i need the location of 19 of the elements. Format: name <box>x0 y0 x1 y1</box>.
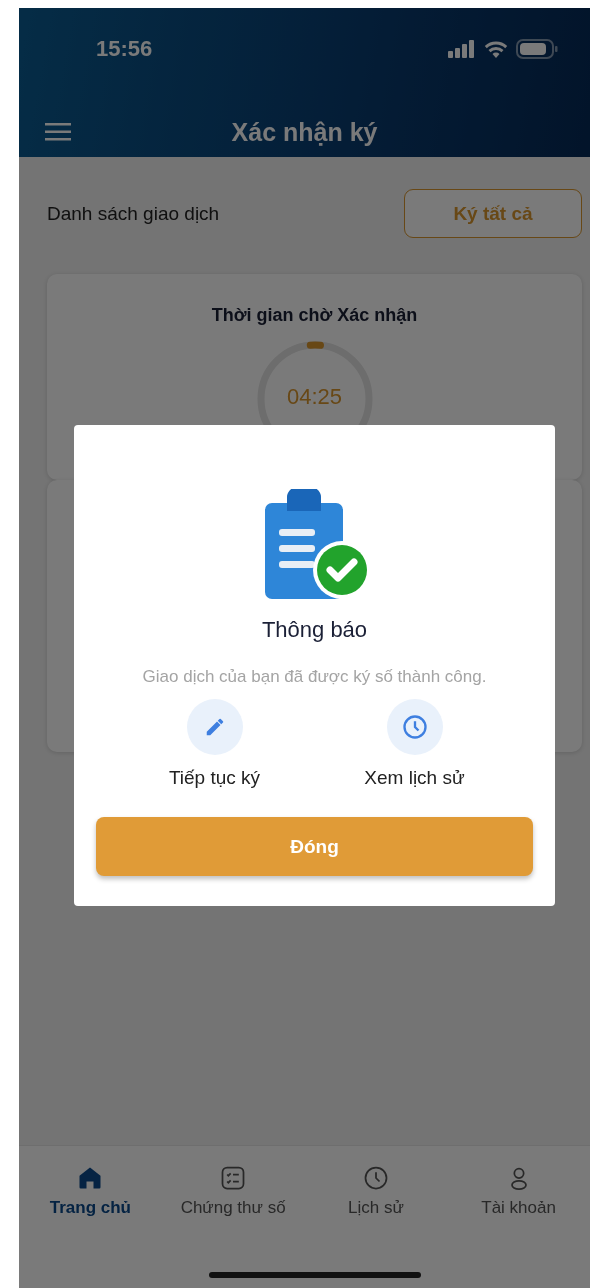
screen-title: Xác nhận ký <box>231 117 378 147</box>
sign-all-button[interactable]: Ký tất cả <box>404 189 582 238</box>
card-title: Thời gian chờ Xác nhận <box>211 305 418 326</box>
clock-icon <box>400 713 429 741</box>
tab-item[interactable]: Trang chủ <box>19 1164 162 1228</box>
wifi-icon <box>484 40 508 58</box>
dialog-action[interactable]: Tiếp tục ký <box>144 699 285 789</box>
tab-item[interactable]: Tài khoản <box>447 1164 590 1228</box>
countdown-time: 04:25 <box>285 384 344 410</box>
dialog-action[interactable]: Xem lịch sử <box>344 699 485 789</box>
tab-item[interactable]: Chứng thư số <box>161 1164 305 1228</box>
dialog-message: Giao dịch của bạn đã được ký số thành công. <box>142 667 487 687</box>
status-time: 15:56 <box>96 36 153 62</box>
close-button[interactable]: Đóng <box>96 817 533 876</box>
dialog-title: Thông báo <box>261 617 368 643</box>
section-title: Danh sách giao dịch <box>47 202 220 225</box>
tab-item[interactable]: Lịch sử <box>304 1164 448 1228</box>
menu-icon[interactable] <box>45 123 71 141</box>
signal-icon <box>448 40 476 58</box>
